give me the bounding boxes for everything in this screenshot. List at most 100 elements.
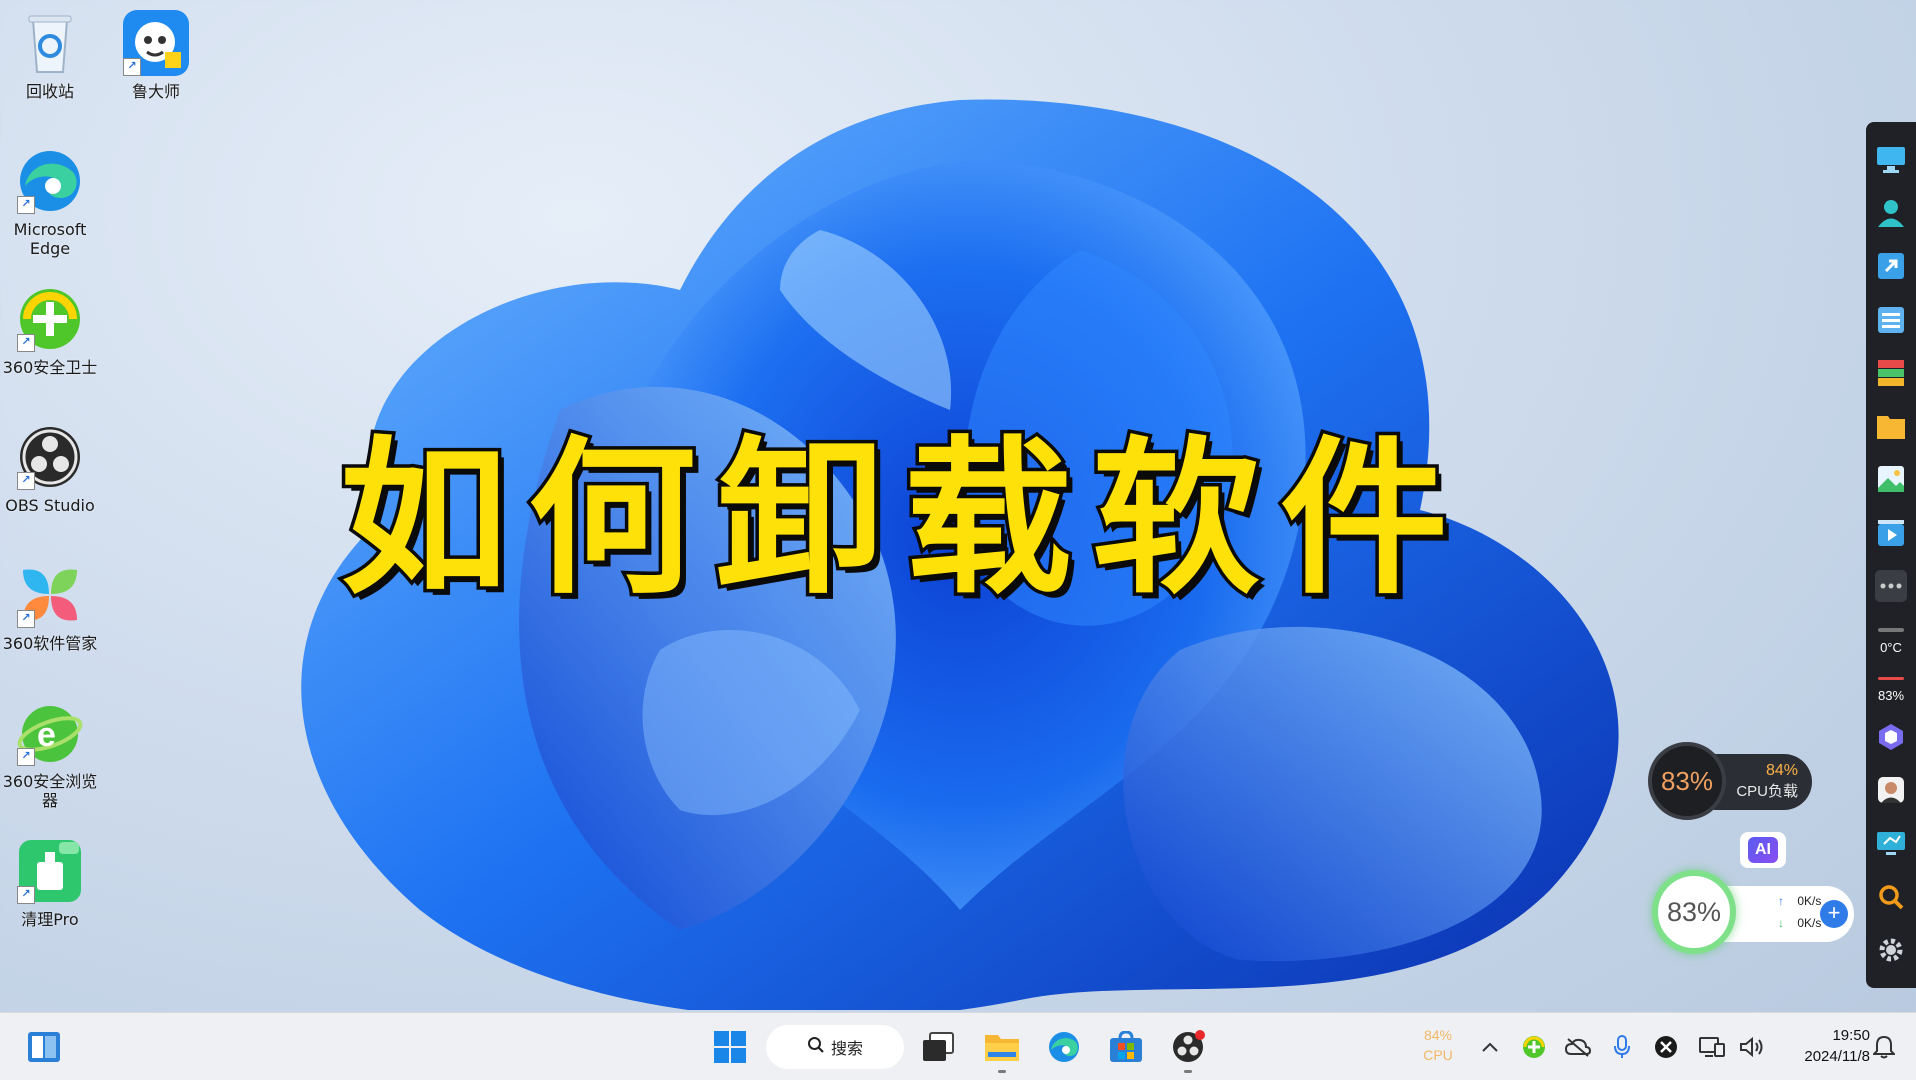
obs-icon: ↗ (15, 422, 85, 492)
shortcut-arrow-icon: ↗ (17, 196, 35, 214)
search-icon[interactable] (1875, 881, 1907, 912)
document-list-icon[interactable] (1875, 304, 1907, 335)
desktop-icon-recycle-bin[interactable]: 回收站 (0, 8, 102, 101)
right-sidebar: 0°C 83% (1866, 122, 1916, 988)
desktop-icon-360-browser[interactable]: e ↗ 360安全浏览器 (0, 698, 102, 810)
download-speed: ↓ 0K/s (1778, 916, 1821, 930)
windows-logo-icon (714, 1031, 746, 1063)
temperature-readout: 0°C (1880, 639, 1902, 655)
tray-volume[interactable] (1738, 1033, 1766, 1061)
ai-button[interactable]: AI (1740, 832, 1786, 868)
archive-icon[interactable] (1875, 357, 1907, 388)
network-monitor-icon (1699, 1037, 1725, 1057)
overlay-title: 如何卸载软件 (337, 421, 1468, 617)
edge-taskbar-button[interactable] (1044, 1027, 1084, 1067)
desktop-icon-ludashi[interactable]: ↗ 鲁大师 (104, 8, 208, 101)
usage-percent-readout: 83% (1877, 688, 1905, 704)
upload-arrow-icon: ↑ (1778, 894, 1784, 908)
desktop-icon-360-software-manager[interactable]: ↗ 360软件管家 (0, 560, 102, 653)
edge-icon (1049, 1032, 1079, 1062)
image-icon[interactable] (1875, 464, 1907, 495)
shortcut-arrow-icon: ↗ (123, 58, 141, 76)
running-indicator (998, 1070, 1006, 1073)
360-browser-icon: e ↗ (15, 698, 85, 768)
user-icon[interactable] (1875, 197, 1907, 228)
shortcut-arrow-icon: ↗ (17, 610, 35, 628)
file-explorer-button[interactable] (982, 1027, 1022, 1073)
edge-icon: ↗ (15, 146, 85, 216)
tray-360-security[interactable] (1520, 1033, 1548, 1061)
360-security-icon: ↗ (15, 284, 85, 354)
desktop-icon-obs[interactable]: ↗ OBS Studio (0, 422, 102, 515)
widgets-icon (28, 1032, 60, 1062)
shield-hexagon-icon[interactable] (1875, 721, 1907, 752)
tray-microphone[interactable] (1608, 1033, 1636, 1061)
memory-network-widget[interactable]: ↑ 0K/s ↓ 0K/s + 83% (1652, 866, 1856, 956)
360-security-icon (1523, 1036, 1545, 1058)
boost-plus-icon[interactable]: + (1820, 900, 1848, 928)
tray-onedrive[interactable] (1564, 1033, 1592, 1061)
microsoft-store-button[interactable] (1106, 1027, 1146, 1067)
shortcut-folder-icon[interactable] (1875, 251, 1907, 282)
tray-network[interactable] (1698, 1033, 1726, 1061)
folder-icon[interactable] (1875, 410, 1907, 441)
search-icon (807, 1036, 825, 1058)
obs-icon (1173, 1030, 1205, 1062)
desktop-icon-cleaner-pro[interactable]: ↗ 清理Pro (0, 836, 102, 929)
task-view-button[interactable] (918, 1027, 958, 1067)
cloud-off-icon (1565, 1038, 1591, 1057)
shortcut-arrow-icon: ↗ (17, 886, 35, 904)
svg-text:e: e (37, 716, 56, 754)
shortcut-arrow-icon: ↗ (17, 748, 35, 766)
recycle-bin-icon (15, 8, 85, 78)
show-hidden-icons-button[interactable] (1476, 1033, 1504, 1061)
desktop-icon-label: Microsoft Edge (13, 220, 87, 258)
close-circle-icon (1655, 1036, 1677, 1058)
microphone-icon (1614, 1035, 1630, 1058)
gear-icon[interactable] (1875, 935, 1907, 966)
usage-indicator-bar (1878, 676, 1904, 681)
more-icon[interactable] (1875, 570, 1907, 602)
running-indicator (1184, 1070, 1192, 1073)
file-explorer-icon (985, 1035, 1019, 1061)
download-speed-value: 0K/s (1797, 916, 1822, 930)
desktop-icon-label: OBS Studio (5, 496, 95, 515)
desktop-icon-label: 360安全卫士 (2, 358, 98, 377)
desktop-monitor-icon[interactable] (1875, 144, 1907, 175)
upload-speed-value: 0K/s (1797, 894, 1822, 908)
taskbar-clock[interactable]: 19:50 2024/11/8 (1780, 1025, 1870, 1067)
clock-time: 19:50 (1832, 1027, 1870, 1044)
remote-desktop-icon[interactable] (1875, 828, 1907, 859)
desktop-icon-label: 360安全浏览器 (2, 772, 98, 810)
desktop-icon-area: 回收站 ↗ 鲁大师 ↗ Microsoft Edge ↗ 360安全卫士 ↗ O… (0, 0, 200, 1010)
tray-cpu-monitor[interactable]: 84% CPU (1418, 1025, 1458, 1065)
memory-ring-gauge: 83% (1652, 870, 1736, 954)
widgets-button[interactable] (24, 1027, 64, 1067)
speaker-icon (1740, 1036, 1763, 1058)
cpu-load-widget[interactable]: 84% CPU负载 83% (1648, 742, 1818, 820)
desktop-icon-label: 回收站 (25, 82, 74, 101)
task-view-icon (923, 1032, 954, 1061)
desktop-icon-edge[interactable]: ↗ Microsoft Edge (0, 146, 102, 258)
search-label: 搜索 (830, 1039, 863, 1058)
desktop-icon-360-security[interactable]: ↗ 360安全卫士 (0, 284, 102, 377)
desktop-icon-label: 清理Pro (21, 910, 79, 929)
video-icon[interactable] (1875, 517, 1907, 548)
tray-app-close[interactable] (1652, 1033, 1680, 1061)
chevron-up-icon (1482, 1042, 1498, 1052)
upload-speed: ↑ 0K/s (1778, 894, 1821, 908)
ai-label: AI (1748, 837, 1778, 863)
obs-taskbar-button[interactable] (1168, 1027, 1208, 1073)
taskbar: 搜索 84% CPU 19:50 2024/11/8 (0, 1012, 1916, 1080)
clock-date: 2024/11/8 (1804, 1048, 1870, 1065)
assistant-avatar-icon[interactable] (1875, 775, 1907, 806)
taskbar-search-box[interactable]: 搜索 (766, 1025, 904, 1069)
temp-indicator-bar (1878, 627, 1904, 632)
shortcut-arrow-icon: ↗ (17, 334, 35, 352)
notification-button[interactable] (1870, 1033, 1898, 1061)
tray-cpu-label: CPU (1423, 1047, 1453, 1063)
start-button[interactable] (710, 1027, 750, 1067)
ludashi-icon: ↗ (121, 8, 191, 78)
cpu-ring-gauge: 83% (1648, 742, 1726, 820)
cleaner-pro-icon: ↗ (15, 836, 85, 906)
